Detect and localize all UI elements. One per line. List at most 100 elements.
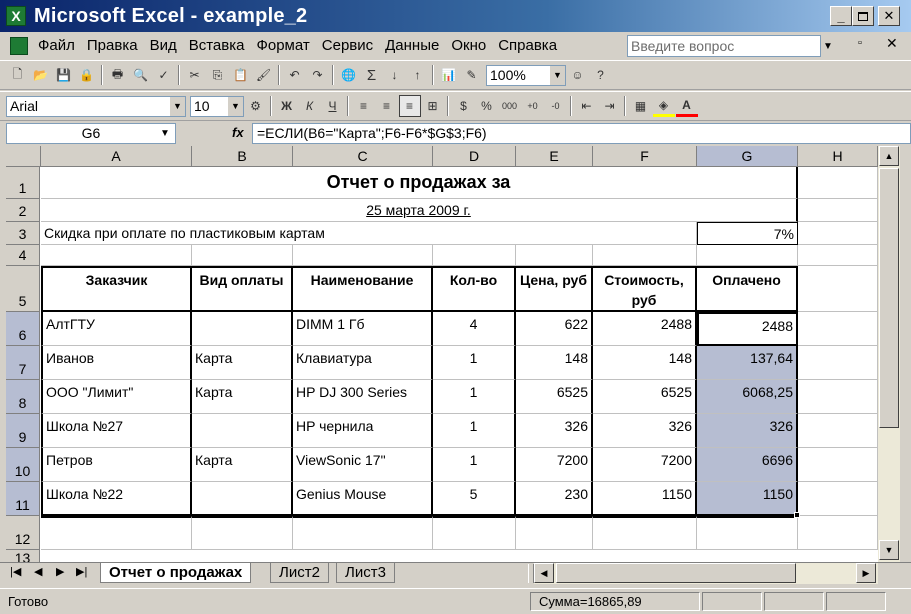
excel-app-icon[interactable]: X bbox=[6, 6, 26, 26]
zoom-select[interactable]: 100% ▼ bbox=[486, 64, 566, 86]
cell-c4[interactable] bbox=[293, 245, 433, 266]
menu-view[interactable]: Вид bbox=[144, 35, 183, 57]
last-sheet-icon[interactable]: ▶| bbox=[76, 565, 87, 578]
help-dropdown-icon[interactable]: ▼ bbox=[821, 37, 835, 55]
cell-c12[interactable] bbox=[293, 516, 433, 550]
cell-price-row7[interactable]: 148 bbox=[516, 346, 593, 380]
new-icon[interactable]: 🗋 bbox=[7, 64, 29, 86]
cell-d4[interactable] bbox=[433, 245, 516, 266]
cell-price-row6[interactable]: 622 bbox=[516, 312, 593, 346]
scroll-down-button[interactable]: ▼ bbox=[879, 540, 899, 560]
cell-h10[interactable] bbox=[798, 448, 878, 482]
column-header-h[interactable]: H bbox=[798, 146, 878, 167]
cell-payment-row10[interactable]: Карта bbox=[192, 448, 293, 482]
cell-b12[interactable] bbox=[192, 516, 293, 550]
cell-quantity-row8[interactable]: 1 bbox=[433, 380, 516, 414]
row-header-11[interactable]: 11 bbox=[6, 482, 40, 516]
cell-product-row7[interactable]: Клавиатура bbox=[293, 346, 433, 380]
cell-e12[interactable] bbox=[516, 516, 593, 550]
cell-h5[interactable] bbox=[798, 266, 878, 312]
spreadsheet-grid[interactable]: A B C D E F G H 1 2 3 4 5 6 7 8 9 10 11 … bbox=[6, 146, 878, 562]
size-dropdown-icon[interactable]: ▼ bbox=[228, 96, 243, 116]
cell-f4[interactable] bbox=[593, 245, 697, 266]
cell-h9[interactable] bbox=[798, 414, 878, 448]
copy-icon[interactable]: ⎘ bbox=[207, 64, 229, 86]
chart-wizard-icon[interactable]: 📊 bbox=[438, 64, 460, 86]
cell-d12[interactable] bbox=[433, 516, 516, 550]
close-button[interactable]: ✕ bbox=[878, 6, 900, 26]
cell-product-row6[interactable]: DIMM 1 Гб bbox=[293, 312, 433, 346]
cell-payment-row9[interactable] bbox=[192, 414, 293, 448]
save-icon[interactable]: 💾 bbox=[53, 64, 75, 86]
cell-b4[interactable] bbox=[192, 245, 293, 266]
row-header-13[interactable]: 13 bbox=[6, 550, 40, 562]
decrease-decimal-icon[interactable]: -0 bbox=[545, 95, 567, 117]
cell-paid-row11[interactable]: 1150 bbox=[697, 482, 798, 516]
spelling-icon[interactable]: ✓ bbox=[153, 64, 175, 86]
cell-cost-row9[interactable]: 326 bbox=[593, 414, 697, 448]
format-painter-icon[interactable]: 🖌 bbox=[253, 64, 275, 86]
cell-g4[interactable] bbox=[697, 245, 798, 266]
bold-icon[interactable]: Ж bbox=[276, 95, 298, 117]
cell-h1[interactable] bbox=[798, 167, 878, 199]
doc-close-icon[interactable]: ✕ bbox=[886, 35, 898, 52]
cell-h3[interactable] bbox=[798, 222, 878, 245]
cut-icon[interactable]: ✂ bbox=[184, 64, 206, 86]
cell-product-row8[interactable]: HP DJ 300 Series bbox=[293, 380, 433, 414]
scroll-thumb[interactable] bbox=[879, 168, 899, 428]
cell-paid-row10[interactable]: 6696 bbox=[697, 448, 798, 482]
print-icon[interactable]: 🖶 bbox=[107, 64, 129, 86]
formula-input[interactable]: =ЕСЛИ(B6="Карта";F6-F6*$G$3;F6) bbox=[252, 123, 911, 144]
open-icon[interactable]: 📂 bbox=[30, 64, 52, 86]
cell-payment-row11[interactable] bbox=[192, 482, 293, 516]
font-color-icon[interactable]: A bbox=[675, 95, 698, 117]
scroll-up-button[interactable]: ▲ bbox=[879, 146, 899, 166]
menu-format[interactable]: Формат bbox=[250, 35, 315, 57]
header-payment-type[interactable]: Вид оплаты bbox=[192, 266, 293, 312]
discount-value-cell[interactable]: 7% bbox=[697, 222, 798, 245]
cell-h8[interactable] bbox=[798, 380, 878, 414]
cell-customer-row6[interactable]: АлтГТУ bbox=[41, 312, 192, 346]
fill-handle[interactable] bbox=[794, 512, 800, 518]
column-header-e[interactable]: E bbox=[516, 146, 593, 167]
header-paid[interactable]: Оплачено bbox=[697, 266, 798, 312]
cell-cost-row10[interactable]: 7200 bbox=[593, 448, 697, 482]
report-date[interactable]: 25 марта 2009 г. bbox=[41, 199, 798, 222]
cell-quantity-row6[interactable]: 4 bbox=[433, 312, 516, 346]
styles-icon[interactable]: ⚙ bbox=[245, 95, 267, 117]
help-question-input[interactable]: Введите вопрос bbox=[627, 35, 821, 57]
menu-help[interactable]: Справка bbox=[492, 35, 563, 57]
fill-color-icon[interactable]: ◈ bbox=[652, 95, 675, 117]
cell-cost-row8[interactable]: 6525 bbox=[593, 380, 697, 414]
name-box[interactable]: G6 bbox=[6, 123, 176, 144]
workbook-icon[interactable] bbox=[10, 37, 28, 55]
scroll-right-button[interactable]: ▶ bbox=[856, 563, 876, 583]
hscroll-thumb[interactable] bbox=[556, 563, 796, 583]
column-header-b[interactable]: B bbox=[192, 146, 293, 167]
column-header-d[interactable]: D bbox=[433, 146, 516, 167]
percent-icon[interactable]: % bbox=[476, 95, 498, 117]
column-header-c[interactable]: C bbox=[293, 146, 433, 167]
cell-a12[interactable] bbox=[41, 516, 192, 550]
row-header-5[interactable]: 5 bbox=[6, 266, 40, 312]
cell-quantity-row7[interactable]: 1 bbox=[433, 346, 516, 380]
menu-insert[interactable]: Вставка bbox=[183, 35, 251, 57]
undo-icon[interactable]: ↶ bbox=[284, 64, 306, 86]
row-header-7[interactable]: 7 bbox=[6, 346, 40, 380]
office-assistant-icon[interactable]: ☺ bbox=[567, 64, 589, 86]
discount-label[interactable]: Скидка при оплате по пластиковым картам bbox=[41, 222, 697, 245]
zoom-dropdown-icon[interactable]: ▼ bbox=[550, 65, 565, 85]
cell-customer-row11[interactable]: Школа №22 bbox=[41, 482, 192, 516]
name-box-dropdown-icon[interactable]: ▼ bbox=[155, 124, 175, 143]
cell-price-row9[interactable]: 326 bbox=[516, 414, 593, 448]
cell-paid-row6[interactable]: 2488 bbox=[697, 312, 798, 346]
cell-h11[interactable] bbox=[798, 482, 878, 516]
tab-sheet2[interactable]: Лист2 bbox=[270, 563, 329, 583]
cell-paid-row7[interactable]: 137,64 bbox=[697, 346, 798, 380]
row-header-10[interactable]: 10 bbox=[6, 448, 40, 482]
cell-product-row9[interactable]: HP чернила bbox=[293, 414, 433, 448]
print-preview-icon[interactable]: 🔍 bbox=[130, 64, 152, 86]
report-title[interactable]: Отчет о продажах за bbox=[41, 167, 798, 199]
hyperlink-icon[interactable]: 🌐 bbox=[338, 64, 360, 86]
cell-customer-row7[interactable]: Иванов bbox=[41, 346, 192, 380]
